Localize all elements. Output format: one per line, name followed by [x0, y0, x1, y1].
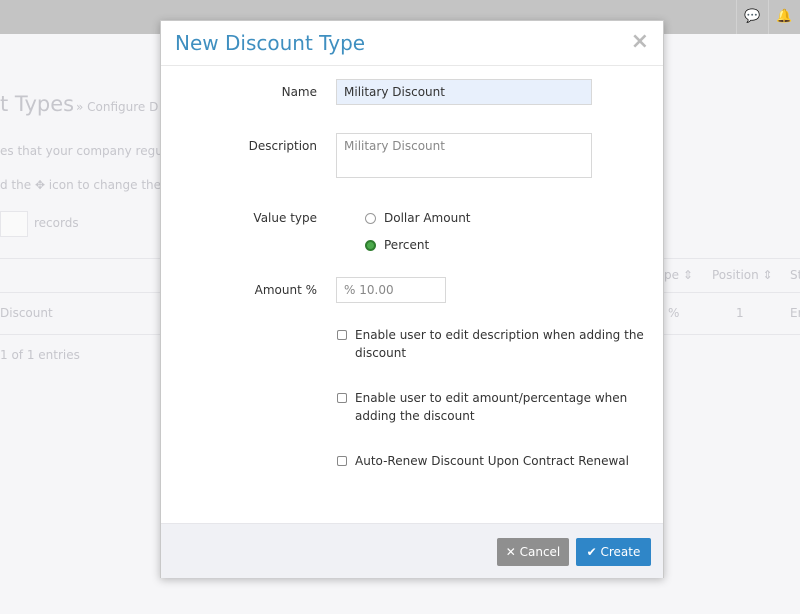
name-label: Name: [281, 85, 317, 99]
checkbox-label: Enable user to edit amount/percentage wh…: [355, 391, 628, 423]
row-type: %: [668, 306, 680, 320]
records-select[interactable]: [0, 211, 28, 237]
radio-icon[interactable]: [365, 212, 376, 224]
row-name: Discount: [0, 306, 53, 320]
amount-value: 10.00: [359, 283, 394, 297]
name-input[interactable]: Military Discount: [336, 79, 592, 105]
radio-label: Percent: [384, 238, 430, 252]
checkbox-icon[interactable]: [337, 456, 347, 466]
column-position[interactable]: Position ⇕: [712, 268, 773, 282]
radio-label: Dollar Amount: [384, 211, 471, 225]
cancel-label: Cancel: [519, 545, 561, 559]
radio-selected-icon[interactable]: [365, 239, 376, 251]
row-position: 1: [736, 306, 744, 320]
checkbox-icon[interactable]: [337, 393, 347, 403]
description-textarea[interactable]: Military Discount: [336, 133, 592, 178]
description-label: Description: [248, 139, 317, 153]
page-title: t Types: [0, 92, 75, 116]
checkbox-auto-renew[interactable]: Auto-Renew Discount Upon Contract Renewa…: [337, 452, 657, 470]
column-type[interactable]: pe ⇕: [664, 268, 693, 282]
modal-footer: ✕ Cancel ✔ Create: [161, 523, 663, 578]
checkbox-icon[interactable]: [337, 330, 347, 340]
amount-label: Amount %: [254, 283, 317, 297]
modal-title: New Discount Type: [175, 31, 366, 55]
bell-icon[interactable]: 🔔: [768, 0, 800, 34]
instruction-text: d the ✥ icon to change the o: [0, 178, 173, 192]
new-discount-type-modal: New Discount Type × Name Military Discou…: [160, 20, 664, 578]
value-type-label: Value type: [253, 211, 317, 225]
checkbox-label: Auto-Renew Discount Upon Contract Renewa…: [355, 454, 629, 468]
check-icon: ✔: [586, 545, 597, 559]
description-text: es that your company regula: [0, 144, 174, 158]
row-status: Er: [790, 306, 800, 320]
x-icon: ✕: [505, 545, 516, 559]
radio-dollar-amount[interactable]: Dollar Amount: [365, 211, 471, 225]
create-label: Create: [600, 545, 641, 559]
checkbox-edit-amount[interactable]: Enable user to edit amount/percentage wh…: [337, 389, 657, 425]
checkbox-edit-description[interactable]: Enable user to edit description when add…: [337, 326, 657, 362]
percent-prefix: %: [344, 283, 356, 297]
breadcrumb[interactable]: » Configure D: [76, 100, 158, 114]
close-icon[interactable]: ×: [631, 29, 649, 54]
entries-info: 1 of 1 entries: [0, 348, 80, 362]
column-status[interactable]: St: [790, 268, 800, 282]
cancel-button[interactable]: ✕ Cancel: [497, 538, 569, 566]
create-button[interactable]: ✔ Create: [576, 538, 651, 566]
amount-input[interactable]: % 10.00: [336, 277, 446, 303]
records-label: records: [34, 216, 79, 230]
chat-icon[interactable]: 💬: [736, 0, 768, 34]
radio-percent[interactable]: Percent: [365, 238, 429, 252]
checkbox-label: Enable user to edit description when add…: [355, 328, 644, 360]
